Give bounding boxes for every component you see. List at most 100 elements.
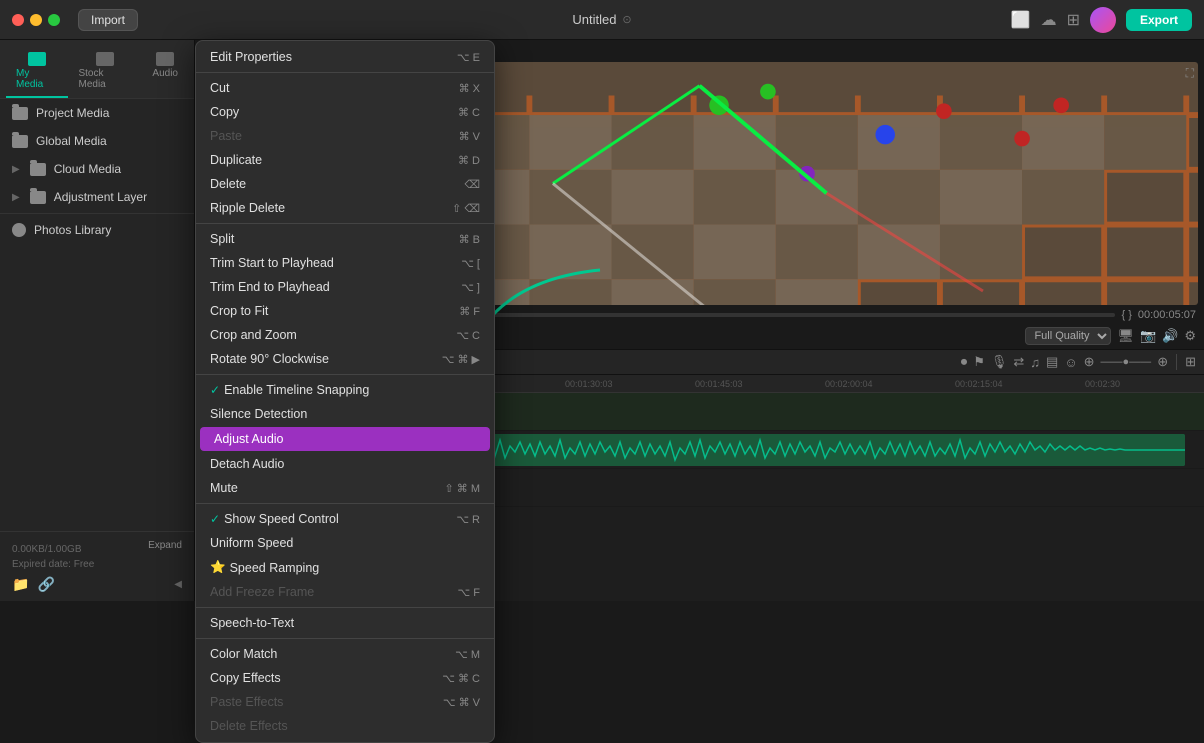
sidebar-item-photos-library[interactable]: Photos Library <box>0 216 194 244</box>
menu-paste-effects: Paste Effects ⌥ ⌘ V <box>196 690 494 714</box>
menu-silence-detection[interactable]: Silence Detection <box>196 402 494 426</box>
cloud-icon[interactable]: ☁ <box>1041 10 1057 30</box>
menu-detach-audio-label: Detach Audio <box>210 457 284 471</box>
menu-crop-fit[interactable]: Crop to Fit ⌘ F <box>196 299 494 323</box>
sidebar-item-cloud-media[interactable]: ▶ Cloud Media <box>0 155 194 183</box>
menu-trim-start[interactable]: Trim Start to Playhead ⌥ [ <box>196 251 494 275</box>
expand-button[interactable]: Expand <box>148 540 182 551</box>
menu-rotate-shortcut: ⌥ ⌘ ▶ <box>442 353 480 366</box>
folder-icon <box>12 135 28 148</box>
close-button[interactable] <box>12 14 24 26</box>
gear-icon <box>12 223 26 237</box>
grid-icon[interactable]: ⊞ <box>1067 10 1080 30</box>
record-icon[interactable]: ⏺ <box>961 354 968 370</box>
menu-divider-5 <box>196 607 494 608</box>
add-track-icon[interactable]: ⊕ <box>1084 354 1095 370</box>
layers-icon[interactable]: ▤ <box>1046 354 1058 370</box>
menu-delete-effects: Delete Effects <box>196 714 494 738</box>
tab-my-media-label: My Media <box>16 68 58 90</box>
monitor-output-icon[interactable]: 🖥 <box>1117 328 1134 344</box>
menu-crop-zoom-label: Crop and Zoom <box>210 328 297 342</box>
expand-triangle-icon: ▶ <box>12 192 20 203</box>
menu-paste-label: Paste <box>210 129 242 143</box>
sidebar-tabs: My Media Stock Media Audio <box>0 40 194 99</box>
menu-duplicate-shortcut: ⌘ D <box>458 154 480 167</box>
minimize-button[interactable] <box>30 14 42 26</box>
menu-delete[interactable]: Delete ⌫ <box>196 172 494 196</box>
zoom-slider[interactable]: ——●—— <box>1101 356 1152 368</box>
sidebar: My Media Stock Media Audio Project Media… <box>0 40 195 601</box>
tab-audio[interactable]: Audio <box>142 48 188 98</box>
menu-speech-to-text[interactable]: Speech-to-Text <box>196 611 494 635</box>
storage-info: 0.00KB/1.00GB <box>12 544 82 555</box>
checkmark-icon: ✓ <box>210 383 220 397</box>
flag-icon[interactable]: ⚑ <box>973 354 985 370</box>
menu-uniform-speed-label: Uniform Speed <box>210 536 293 550</box>
menu-enable-snapping[interactable]: ✓ Enable Timeline Snapping <box>196 378 494 402</box>
menu-rotate[interactable]: Rotate 90° Clockwise ⌥ ⌘ ▶ <box>196 347 494 371</box>
menu-ripple-delete[interactable]: Ripple Delete ⇧ ⌫ <box>196 196 494 220</box>
menu-crop-fit-shortcut: ⌘ F <box>459 305 480 318</box>
export-button[interactable]: Export <box>1126 9 1192 31</box>
monitor-icon[interactable]: ⬜ <box>1011 10 1031 30</box>
maximize-button[interactable] <box>48 14 60 26</box>
context-menu: Edit Properties ⌥ E Cut ⌘ X Copy ⌘ C Pas… <box>195 40 495 743</box>
menu-snapping-left: ✓ Enable Timeline Snapping <box>210 383 369 397</box>
menu-edit-properties-shortcut: ⌥ E <box>457 51 480 64</box>
menu-detach-audio[interactable]: Detach Audio <box>196 452 494 476</box>
menu-cut-label: Cut <box>210 81 229 95</box>
sidebar-item-global-media[interactable]: Global Media <box>0 127 194 155</box>
menu-copy-effects[interactable]: Copy Effects ⌥ ⌘ C <box>196 666 494 690</box>
sidebar-item-project-media[interactable]: Project Media <box>0 99 194 127</box>
folder-icon <box>12 107 28 120</box>
sidebar-item-adjustment-layer[interactable]: ▶ Adjustment Layer <box>0 183 194 211</box>
smile-icon[interactable]: ☺ <box>1064 355 1077 370</box>
transfer-icon[interactable]: ⇄ <box>1013 354 1024 370</box>
menu-uniform-speed[interactable]: Uniform Speed <box>196 531 494 555</box>
menu-speed-ramping-label: Speed Ramping <box>230 561 320 575</box>
menu-copy[interactable]: Copy ⌘ C <box>196 100 494 124</box>
mic-icon[interactable]: 🎙 <box>991 354 1008 370</box>
menu-cut[interactable]: Cut ⌘ X <box>196 76 494 100</box>
link-icon[interactable]: 🔗 <box>37 576 54 593</box>
chevron-left-icon[interactable]: ◀ <box>174 579 182 590</box>
player-right-controls: Full Quality 🖥 📷 🔊 ⚙ <box>1025 327 1196 345</box>
grid-layout-icon[interactable]: ⊞ <box>1185 354 1196 370</box>
menu-show-speed[interactable]: ✓ Show Speed Control ⌥ R <box>196 507 494 531</box>
audio-sync-icon[interactable]: ♫ <box>1030 355 1040 370</box>
sidebar-actions: 📁 🔗 ◀ <box>12 576 182 593</box>
menu-divider-2 <box>196 223 494 224</box>
import-button[interactable]: Import <box>78 9 138 31</box>
menu-color-match[interactable]: Color Match ⌥ M <box>196 642 494 666</box>
fullscreen-icon[interactable]: ⛶ <box>1186 66 1194 81</box>
menu-freeze-frame-shortcut: ⌥ F <box>458 586 480 599</box>
menu-duplicate[interactable]: Duplicate ⌘ D <box>196 148 494 172</box>
zoom-in-icon[interactable]: ⊕ <box>1157 354 1168 370</box>
user-avatar[interactable] <box>1090 7 1116 33</box>
menu-mute[interactable]: Mute ⇧ ⌘ M <box>196 476 494 500</box>
menu-copy-label: Copy <box>210 105 239 119</box>
tab-stock-media[interactable]: Stock Media <box>68 48 142 98</box>
traffic-lights <box>12 14 60 26</box>
project-media-label: Project Media <box>36 106 109 120</box>
menu-divider-4 <box>196 503 494 504</box>
settings-icon[interactable]: ⚙ <box>1184 328 1196 344</box>
menu-paste-effects-label: Paste Effects <box>210 695 283 709</box>
quality-select[interactable]: Full Quality <box>1025 327 1111 345</box>
ruler-mark-6: 00:02:30 <box>1085 379 1120 389</box>
menu-copy-effects-label: Copy Effects <box>210 671 281 685</box>
volume-icon[interactable]: 🔊 <box>1162 328 1178 344</box>
menu-adjust-audio[interactable]: Adjust Audio <box>200 427 490 451</box>
menu-trim-start-label: Trim Start to Playhead <box>210 256 334 270</box>
snapshot-icon[interactable]: 📷 <box>1140 328 1156 344</box>
title-status-icon: ⊙ <box>622 13 631 26</box>
menu-edit-properties[interactable]: Edit Properties ⌥ E <box>196 45 494 69</box>
toolbar-right: ⏺ ⚑ 🎙 ⇄ ♫ ▤ ☺ ⊕ ——●—— ⊕ ⊞ <box>961 354 1196 370</box>
add-folder-icon[interactable]: 📁 <box>12 576 29 593</box>
menu-speed-ramping[interactable]: ⭐ Speed Ramping <box>196 555 494 580</box>
tab-my-media[interactable]: My Media <box>6 48 68 98</box>
menu-split[interactable]: Split ⌘ B <box>196 227 494 251</box>
menu-crop-zoom[interactable]: Crop and Zoom ⌥ C <box>196 323 494 347</box>
menu-divider-3 <box>196 374 494 375</box>
menu-trim-end[interactable]: Trim End to Playhead ⌥ ] <box>196 275 494 299</box>
